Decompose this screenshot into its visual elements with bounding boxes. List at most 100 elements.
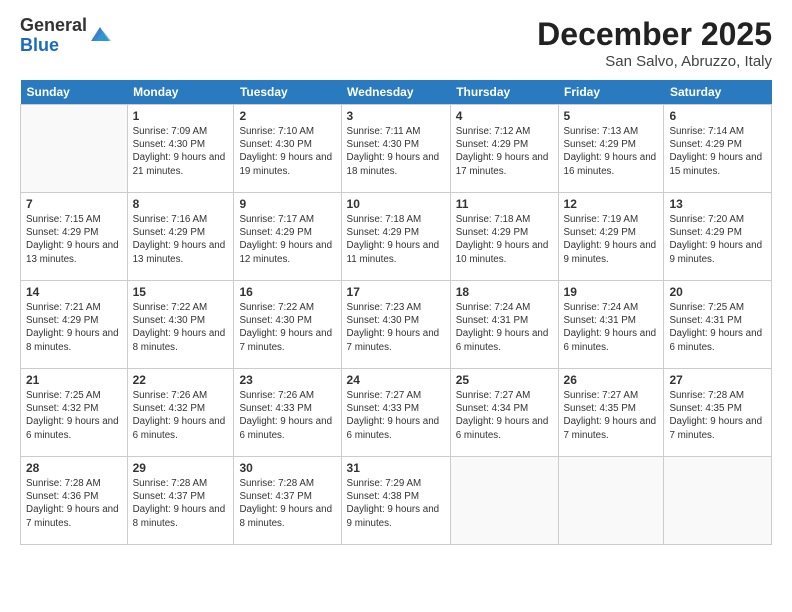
calendar-cell: 14 Sunrise: 7:21 AMSunset: 4:29 PMDayligh…: [21, 281, 128, 369]
calendar-cell: 15 Sunrise: 7:22 AMSunset: 4:30 PMDayligh…: [127, 281, 234, 369]
day-info: Sunrise: 7:18 AMSunset: 4:29 PMDaylight:…: [456, 213, 553, 266]
calendar-cell: 29 Sunrise: 7:28 AMSunset: 4:37 PMDayligh…: [127, 457, 234, 545]
day-info: Sunrise: 7:26 AMSunset: 4:33 PMDaylight:…: [239, 389, 335, 442]
calendar-week-4: 28Sunrise: 7:28 AMSunset: 4:36 PMDayligh…: [21, 457, 772, 545]
day-number: 24: [347, 373, 445, 387]
calendar-cell: 13 Sunrise: 7:20 AMSunset: 4:29 PMDayligh…: [664, 193, 772, 281]
calendar-cell: [21, 105, 128, 193]
day-number: 15: [133, 285, 229, 299]
day-number: 3: [347, 109, 445, 123]
calendar-cell: 11Sunrise: 7:18 AMSunset: 4:29 PMDayligh…: [450, 193, 558, 281]
day-info: Sunrise: 7:24 AMSunset: 4:31 PMDaylight:…: [456, 301, 553, 354]
day-number: 18: [456, 285, 553, 299]
day-info: Sunrise: 7:22 AMSunset: 4:30 PMDaylight:…: [133, 301, 229, 354]
day-info: Sunrise: 7:24 AMSunset: 4:31 PMDaylight:…: [564, 301, 659, 354]
calendar-table: SundayMondayTuesdayWednesdayThursdayFrid…: [20, 80, 772, 545]
day-info: Sunrise: 7:27 AMSunset: 4:34 PMDaylight:…: [456, 389, 553, 442]
day-number: 13: [669, 197, 766, 211]
calendar-cell: 7 Sunrise: 7:15 AMSunset: 4:29 PMDaylight…: [21, 193, 128, 281]
calendar-cell: 27 Sunrise: 7:28 AMSunset: 4:35 PMDayligh…: [664, 369, 772, 457]
calendar-header-row: SundayMondayTuesdayWednesdayThursdayFrid…: [21, 80, 772, 105]
calendar-cell: 3 Sunrise: 7:11 AMSunset: 4:30 PMDaylight…: [341, 105, 450, 193]
day-number: 7: [26, 197, 122, 211]
calendar-cell: 28Sunrise: 7:28 AMSunset: 4:36 PMDayligh…: [21, 457, 128, 545]
calendar-cell: 22 Sunrise: 7:26 AMSunset: 4:32 PMDayligh…: [127, 369, 234, 457]
logo-general: General: [20, 15, 87, 35]
day-info: Sunrise: 7:21 AMSunset: 4:29 PMDaylight:…: [26, 301, 122, 354]
day-info: Sunrise: 7:11 AMSunset: 4:30 PMDaylight:…: [347, 125, 445, 178]
day-info: Sunrise: 7:18 AMSunset: 4:29 PMDaylight:…: [347, 213, 445, 266]
day-number: 16: [239, 285, 335, 299]
header: General Blue December 2025 San Salvo, Ab…: [20, 16, 772, 70]
calendar-cell: [450, 457, 558, 545]
day-info: Sunrise: 7:10 AMSunset: 4:30 PMDaylight:…: [239, 125, 335, 178]
calendar-cell: 21Sunrise: 7:25 AMSunset: 4:32 PMDayligh…: [21, 369, 128, 457]
calendar-cell: 17Sunrise: 7:23 AMSunset: 4:30 PMDayligh…: [341, 281, 450, 369]
day-info: Sunrise: 7:15 AMSunset: 4:29 PMDaylight:…: [26, 213, 122, 266]
day-number: 1: [133, 109, 229, 123]
title-block: December 2025 San Salvo, Abruzzo, Italy: [537, 16, 772, 70]
calendar-cell: 23 Sunrise: 7:26 AMSunset: 4:33 PMDayligh…: [234, 369, 341, 457]
calendar-week-2: 14 Sunrise: 7:21 AMSunset: 4:29 PMDayligh…: [21, 281, 772, 369]
calendar-cell: 1 Sunrise: 7:09 AMSunset: 4:30 PMDaylight…: [127, 105, 234, 193]
day-number: 22: [133, 373, 229, 387]
day-info: Sunrise: 7:28 AMSunset: 4:35 PMDaylight:…: [669, 389, 766, 442]
calendar-week-3: 21Sunrise: 7:25 AMSunset: 4:32 PMDayligh…: [21, 369, 772, 457]
day-info: Sunrise: 7:14 AMSunset: 4:29 PMDaylight:…: [669, 125, 766, 178]
day-info: Sunrise: 7:09 AMSunset: 4:30 PMDaylight:…: [133, 125, 229, 178]
logo-icon: [89, 23, 111, 45]
day-number: 30: [239, 461, 335, 475]
calendar-week-1: 7 Sunrise: 7:15 AMSunset: 4:29 PMDaylight…: [21, 193, 772, 281]
day-info: Sunrise: 7:29 AMSunset: 4:38 PMDaylight:…: [347, 477, 445, 530]
day-info: Sunrise: 7:12 AMSunset: 4:29 PMDaylight:…: [456, 125, 553, 178]
weekday-header-friday: Friday: [558, 80, 664, 105]
calendar-week-0: 1 Sunrise: 7:09 AMSunset: 4:30 PMDaylight…: [21, 105, 772, 193]
day-number: 21: [26, 373, 122, 387]
calendar-cell: 6 Sunrise: 7:14 AMSunset: 4:29 PMDaylight…: [664, 105, 772, 193]
day-number: 8: [133, 197, 229, 211]
calendar-cell: 24 Sunrise: 7:27 AMSunset: 4:33 PMDayligh…: [341, 369, 450, 457]
weekday-header-monday: Monday: [127, 80, 234, 105]
day-info: Sunrise: 7:28 AMSunset: 4:37 PMDaylight:…: [133, 477, 229, 530]
logo: General Blue: [20, 16, 111, 56]
day-number: 6: [669, 109, 766, 123]
day-info: Sunrise: 7:28 AMSunset: 4:37 PMDaylight:…: [239, 477, 335, 530]
calendar-cell: 30 Sunrise: 7:28 AMSunset: 4:37 PMDayligh…: [234, 457, 341, 545]
day-info: Sunrise: 7:27 AMSunset: 4:33 PMDaylight:…: [347, 389, 445, 442]
weekday-header-saturday: Saturday: [664, 80, 772, 105]
calendar-cell: 19 Sunrise: 7:24 AMSunset: 4:31 PMDayligh…: [558, 281, 664, 369]
calendar-cell: 26 Sunrise: 7:27 AMSunset: 4:35 PMDayligh…: [558, 369, 664, 457]
day-info: Sunrise: 7:17 AMSunset: 4:29 PMDaylight:…: [239, 213, 335, 266]
calendar-cell: 9 Sunrise: 7:17 AMSunset: 4:29 PMDaylight…: [234, 193, 341, 281]
day-info: Sunrise: 7:28 AMSunset: 4:36 PMDaylight:…: [26, 477, 122, 530]
location-subtitle: San Salvo, Abruzzo, Italy: [537, 53, 772, 70]
day-info: Sunrise: 7:25 AMSunset: 4:31 PMDaylight:…: [669, 301, 766, 354]
day-info: Sunrise: 7:20 AMSunset: 4:29 PMDaylight:…: [669, 213, 766, 266]
day-number: 5: [564, 109, 659, 123]
day-number: 4: [456, 109, 553, 123]
day-number: 20: [669, 285, 766, 299]
day-number: 12: [564, 197, 659, 211]
calendar-cell: 25 Sunrise: 7:27 AMSunset: 4:34 PMDayligh…: [450, 369, 558, 457]
weekday-header-wednesday: Wednesday: [341, 80, 450, 105]
weekday-header-thursday: Thursday: [450, 80, 558, 105]
day-number: 9: [239, 197, 335, 211]
day-number: 19: [564, 285, 659, 299]
calendar-cell: 2Sunrise: 7:10 AMSunset: 4:30 PMDaylight…: [234, 105, 341, 193]
calendar-cell: 10Sunrise: 7:18 AMSunset: 4:29 PMDayligh…: [341, 193, 450, 281]
day-number: 27: [669, 373, 766, 387]
calendar-cell: [664, 457, 772, 545]
day-info: Sunrise: 7:27 AMSunset: 4:35 PMDaylight:…: [564, 389, 659, 442]
month-year-title: December 2025: [537, 16, 772, 53]
day-info: Sunrise: 7:13 AMSunset: 4:29 PMDaylight:…: [564, 125, 659, 178]
day-number: 31: [347, 461, 445, 475]
day-number: 26: [564, 373, 659, 387]
day-number: 25: [456, 373, 553, 387]
day-number: 29: [133, 461, 229, 475]
calendar-cell: 5 Sunrise: 7:13 AMSunset: 4:29 PMDaylight…: [558, 105, 664, 193]
day-info: Sunrise: 7:19 AMSunset: 4:29 PMDaylight:…: [564, 213, 659, 266]
day-number: 14: [26, 285, 122, 299]
day-info: Sunrise: 7:26 AMSunset: 4:32 PMDaylight:…: [133, 389, 229, 442]
day-number: 23: [239, 373, 335, 387]
weekday-header-tuesday: Tuesday: [234, 80, 341, 105]
